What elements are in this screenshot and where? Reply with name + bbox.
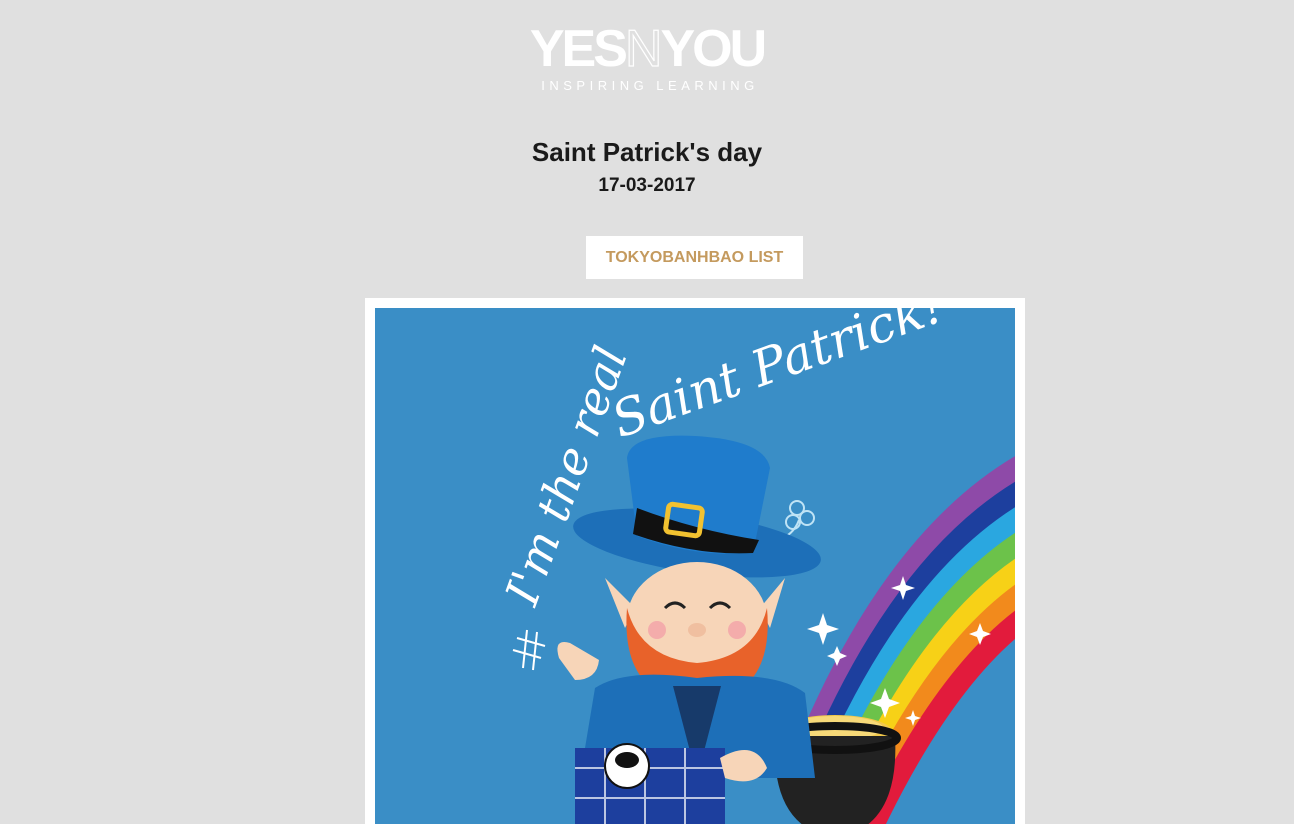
list-button[interactable]: TOKYOBANHBAO LIST <box>586 236 803 279</box>
logo-tagline: INSPIRING LEARNING <box>541 78 759 93</box>
logo-text-right: YOU <box>660 20 767 78</box>
post-date: 17-03-2017 <box>598 175 696 196</box>
caption-line1: I'm the real <box>494 339 638 612</box>
brand-logo[interactable]: YESNYOU INSPIRING LEARNING <box>0 20 1294 93</box>
hashtag-icon <box>512 629 546 671</box>
logo-text-mid: N <box>624 20 663 78</box>
image-card: I'm the real Saint Patrick! <box>365 298 1025 824</box>
caption-line2: Saint Patrick! <box>604 308 951 449</box>
saint-patrick-illustration: I'm the real Saint Patrick! <box>375 308 1015 824</box>
leprechaun-artwork: I'm the real Saint Patrick! <box>494 308 1015 824</box>
page: YESNYOU INSPIRING LEARNING Saint Patrick… <box>0 0 1294 824</box>
logo-wordmark: YESNYOU <box>529 20 767 78</box>
post-title: Saint Patrick's day <box>531 137 763 167</box>
logo-text-left: YES <box>529 20 628 78</box>
